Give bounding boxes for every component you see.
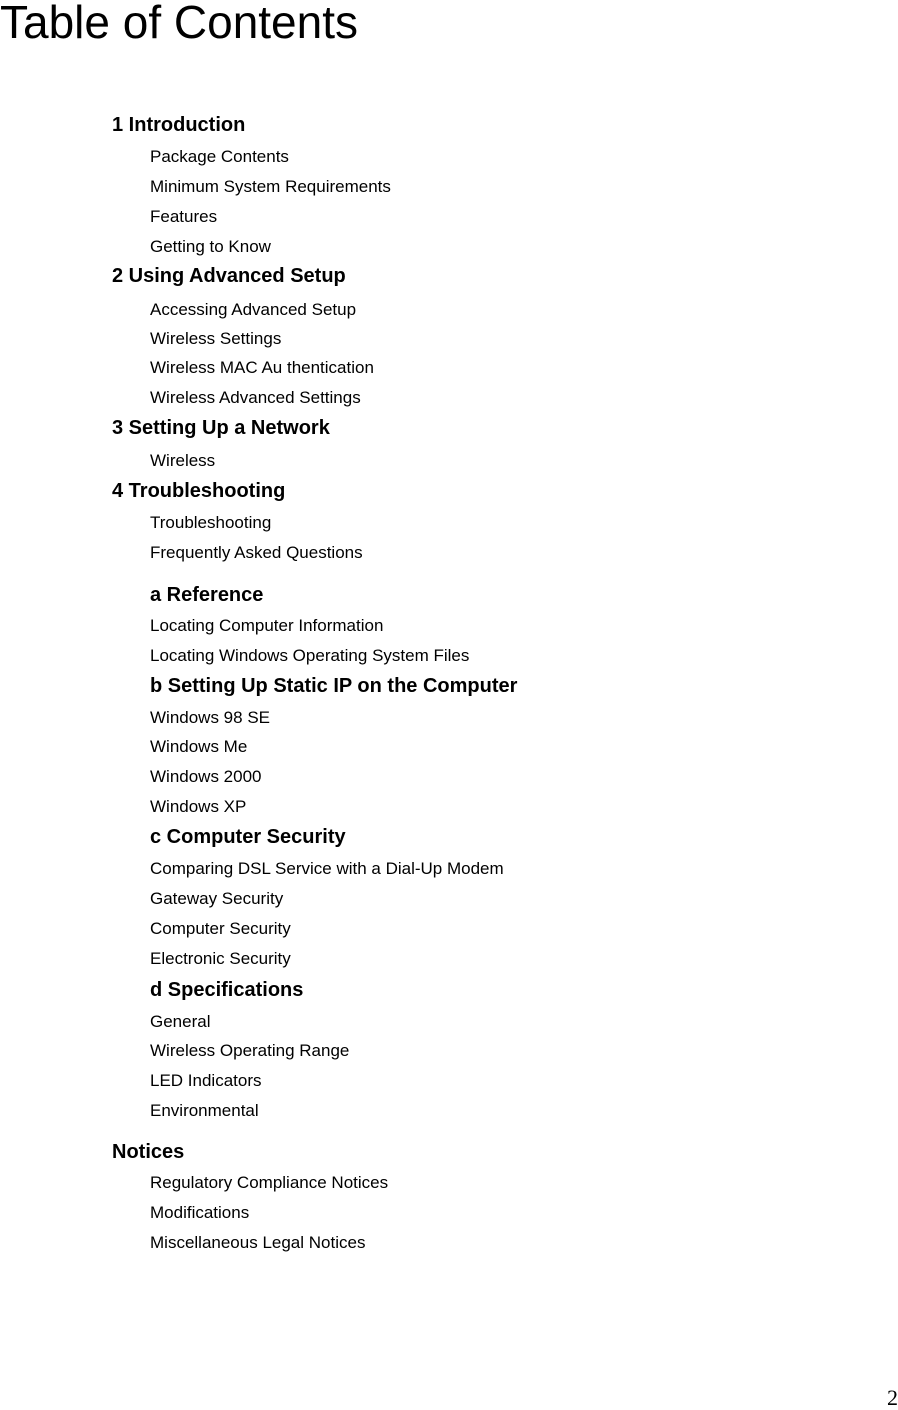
toc-appendix-heading[interactable]: d Specifications <box>150 979 303 1001</box>
toc-entry[interactable]: Minimum System Requirements <box>150 176 391 198</box>
toc-chapter-heading[interactable]: 2 Using Advanced Setup <box>112 265 346 287</box>
toc-entry[interactable]: Modifications <box>150 1202 249 1224</box>
toc-chapter-heading[interactable]: 4 Troubleshooting <box>112 480 285 502</box>
toc-entry[interactable]: General <box>150 1011 210 1033</box>
toc-entry[interactable]: Computer Security <box>150 918 291 940</box>
toc-entry[interactable]: Windows XP <box>150 796 246 818</box>
toc-entry[interactable]: Windows Me <box>150 736 247 758</box>
toc-entry[interactable]: Wireless <box>150 450 215 472</box>
toc-entry[interactable]: Wireless MAC Au thentication <box>150 357 374 379</box>
toc-entry[interactable]: Getting to Know <box>150 236 271 258</box>
toc-entry[interactable]: Locating Computer Information <box>150 615 383 637</box>
toc-chapter-heading[interactable]: 3 Setting Up a Network <box>112 417 330 439</box>
toc-entry[interactable]: Electronic Security <box>150 948 291 970</box>
toc-appendix-heading[interactable]: c Computer Security <box>150 826 346 848</box>
toc-entry[interactable]: Windows 98 SE <box>150 707 270 729</box>
toc-appendix-heading[interactable]: a Reference <box>150 584 263 606</box>
toc-entry[interactable]: Environmental <box>150 1100 259 1122</box>
toc-entry[interactable]: Wireless Settings <box>150 328 281 350</box>
toc-entry[interactable]: Locating Windows Operating System Files <box>150 645 469 667</box>
toc-entry[interactable]: Comparing DSL Service with a Dial-Up Mod… <box>150 858 504 880</box>
toc-entry[interactable]: Troubleshooting <box>150 512 271 534</box>
toc-entry[interactable]: Wireless Operating Range <box>150 1040 349 1062</box>
toc-entry[interactable]: LED Indicators <box>150 1070 262 1092</box>
toc-entry[interactable]: Accessing Advanced Setup <box>150 299 356 321</box>
toc-entry[interactable]: Miscellaneous Legal Notices <box>150 1232 365 1254</box>
toc-entry[interactable]: Wireless Advanced Settings <box>150 387 361 409</box>
toc-notices-heading[interactable]: Notices <box>112 1141 184 1163</box>
toc-entry[interactable]: Package Contents <box>150 146 289 168</box>
page-title: Table of Contents <box>0 0 359 48</box>
toc-entry[interactable]: Features <box>150 206 217 228</box>
toc-entry[interactable]: Frequently Asked Questions <box>150 542 363 564</box>
toc-chapter-heading[interactable]: 1 Introduction <box>112 114 245 136</box>
toc-entry[interactable]: Gateway Security <box>150 888 283 910</box>
page-number: 2 <box>887 1385 898 1410</box>
toc-entry[interactable]: Windows 2000 <box>150 766 262 788</box>
toc-appendix-heading[interactable]: b Setting Up Static IP on the Computer <box>150 675 517 697</box>
toc-entry[interactable]: Regulatory Compliance Notices <box>150 1172 388 1194</box>
